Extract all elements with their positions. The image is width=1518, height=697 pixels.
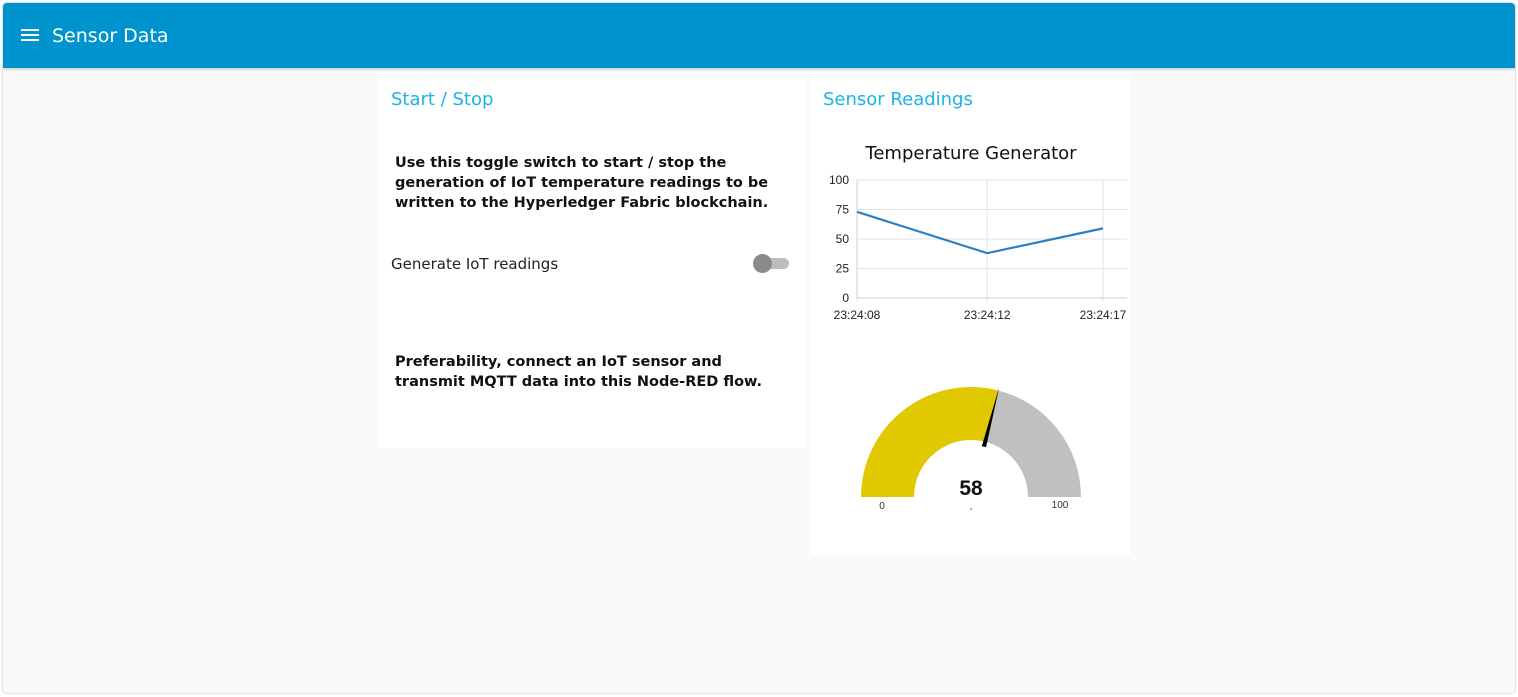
switch-label: Generate IoT readings [391,255,559,273]
x-tick-label: 23:24:12 [964,308,1011,322]
gauge-max-label: 100 [1052,500,1069,511]
series-line [856,210,1104,255]
chart-title: Temperature Generator [865,143,1077,164]
y-tick-label: 75 [836,203,850,217]
gauge-min-label: 0 [879,501,885,512]
y-tick-label: 100 [829,173,849,187]
x-tick-label: 23:24:08 [834,308,881,322]
start-stop-card: Start / Stop Use this toggle switch to s… [379,73,807,448]
gauge-units: , [970,501,973,512]
sensor-hint-text: Preferability, connect an IoT sensor and… [395,354,763,390]
dashboard-window: Sensor Data Start / Stop Use this toggle… [3,3,1515,693]
y-tick-label: 0 [842,291,849,305]
app-title: Sensor Data [52,25,169,47]
generate-readings-toggle[interactable] [753,254,791,273]
hamburger-menu-icon[interactable] [21,27,41,43]
y-tick-label: 50 [836,232,850,246]
card-title-start-stop: Start / Stop [391,89,494,110]
y-tick-label: 25 [836,262,850,276]
sensor-readings-card: Sensor Readings Temperature Generator 0 2… [811,73,1131,555]
gauge-value: 58 [959,477,983,500]
card-title-sensor-readings: Sensor Readings [823,89,973,110]
instructions-text: Use this toggle switch to start / stop t… [395,155,769,211]
app-toolbar: Sensor Data [3,3,1515,68]
x-tick-label: 23:24:17 [1080,308,1127,322]
gauge-track [985,390,1081,497]
temperature-gauge: 58, 0 100 [861,386,1081,512]
toggle-thumb [753,254,772,273]
temperature-line-chart: 0 25 50 75 100 23:24:08 23:24:12 23:24:17 [829,173,1127,322]
